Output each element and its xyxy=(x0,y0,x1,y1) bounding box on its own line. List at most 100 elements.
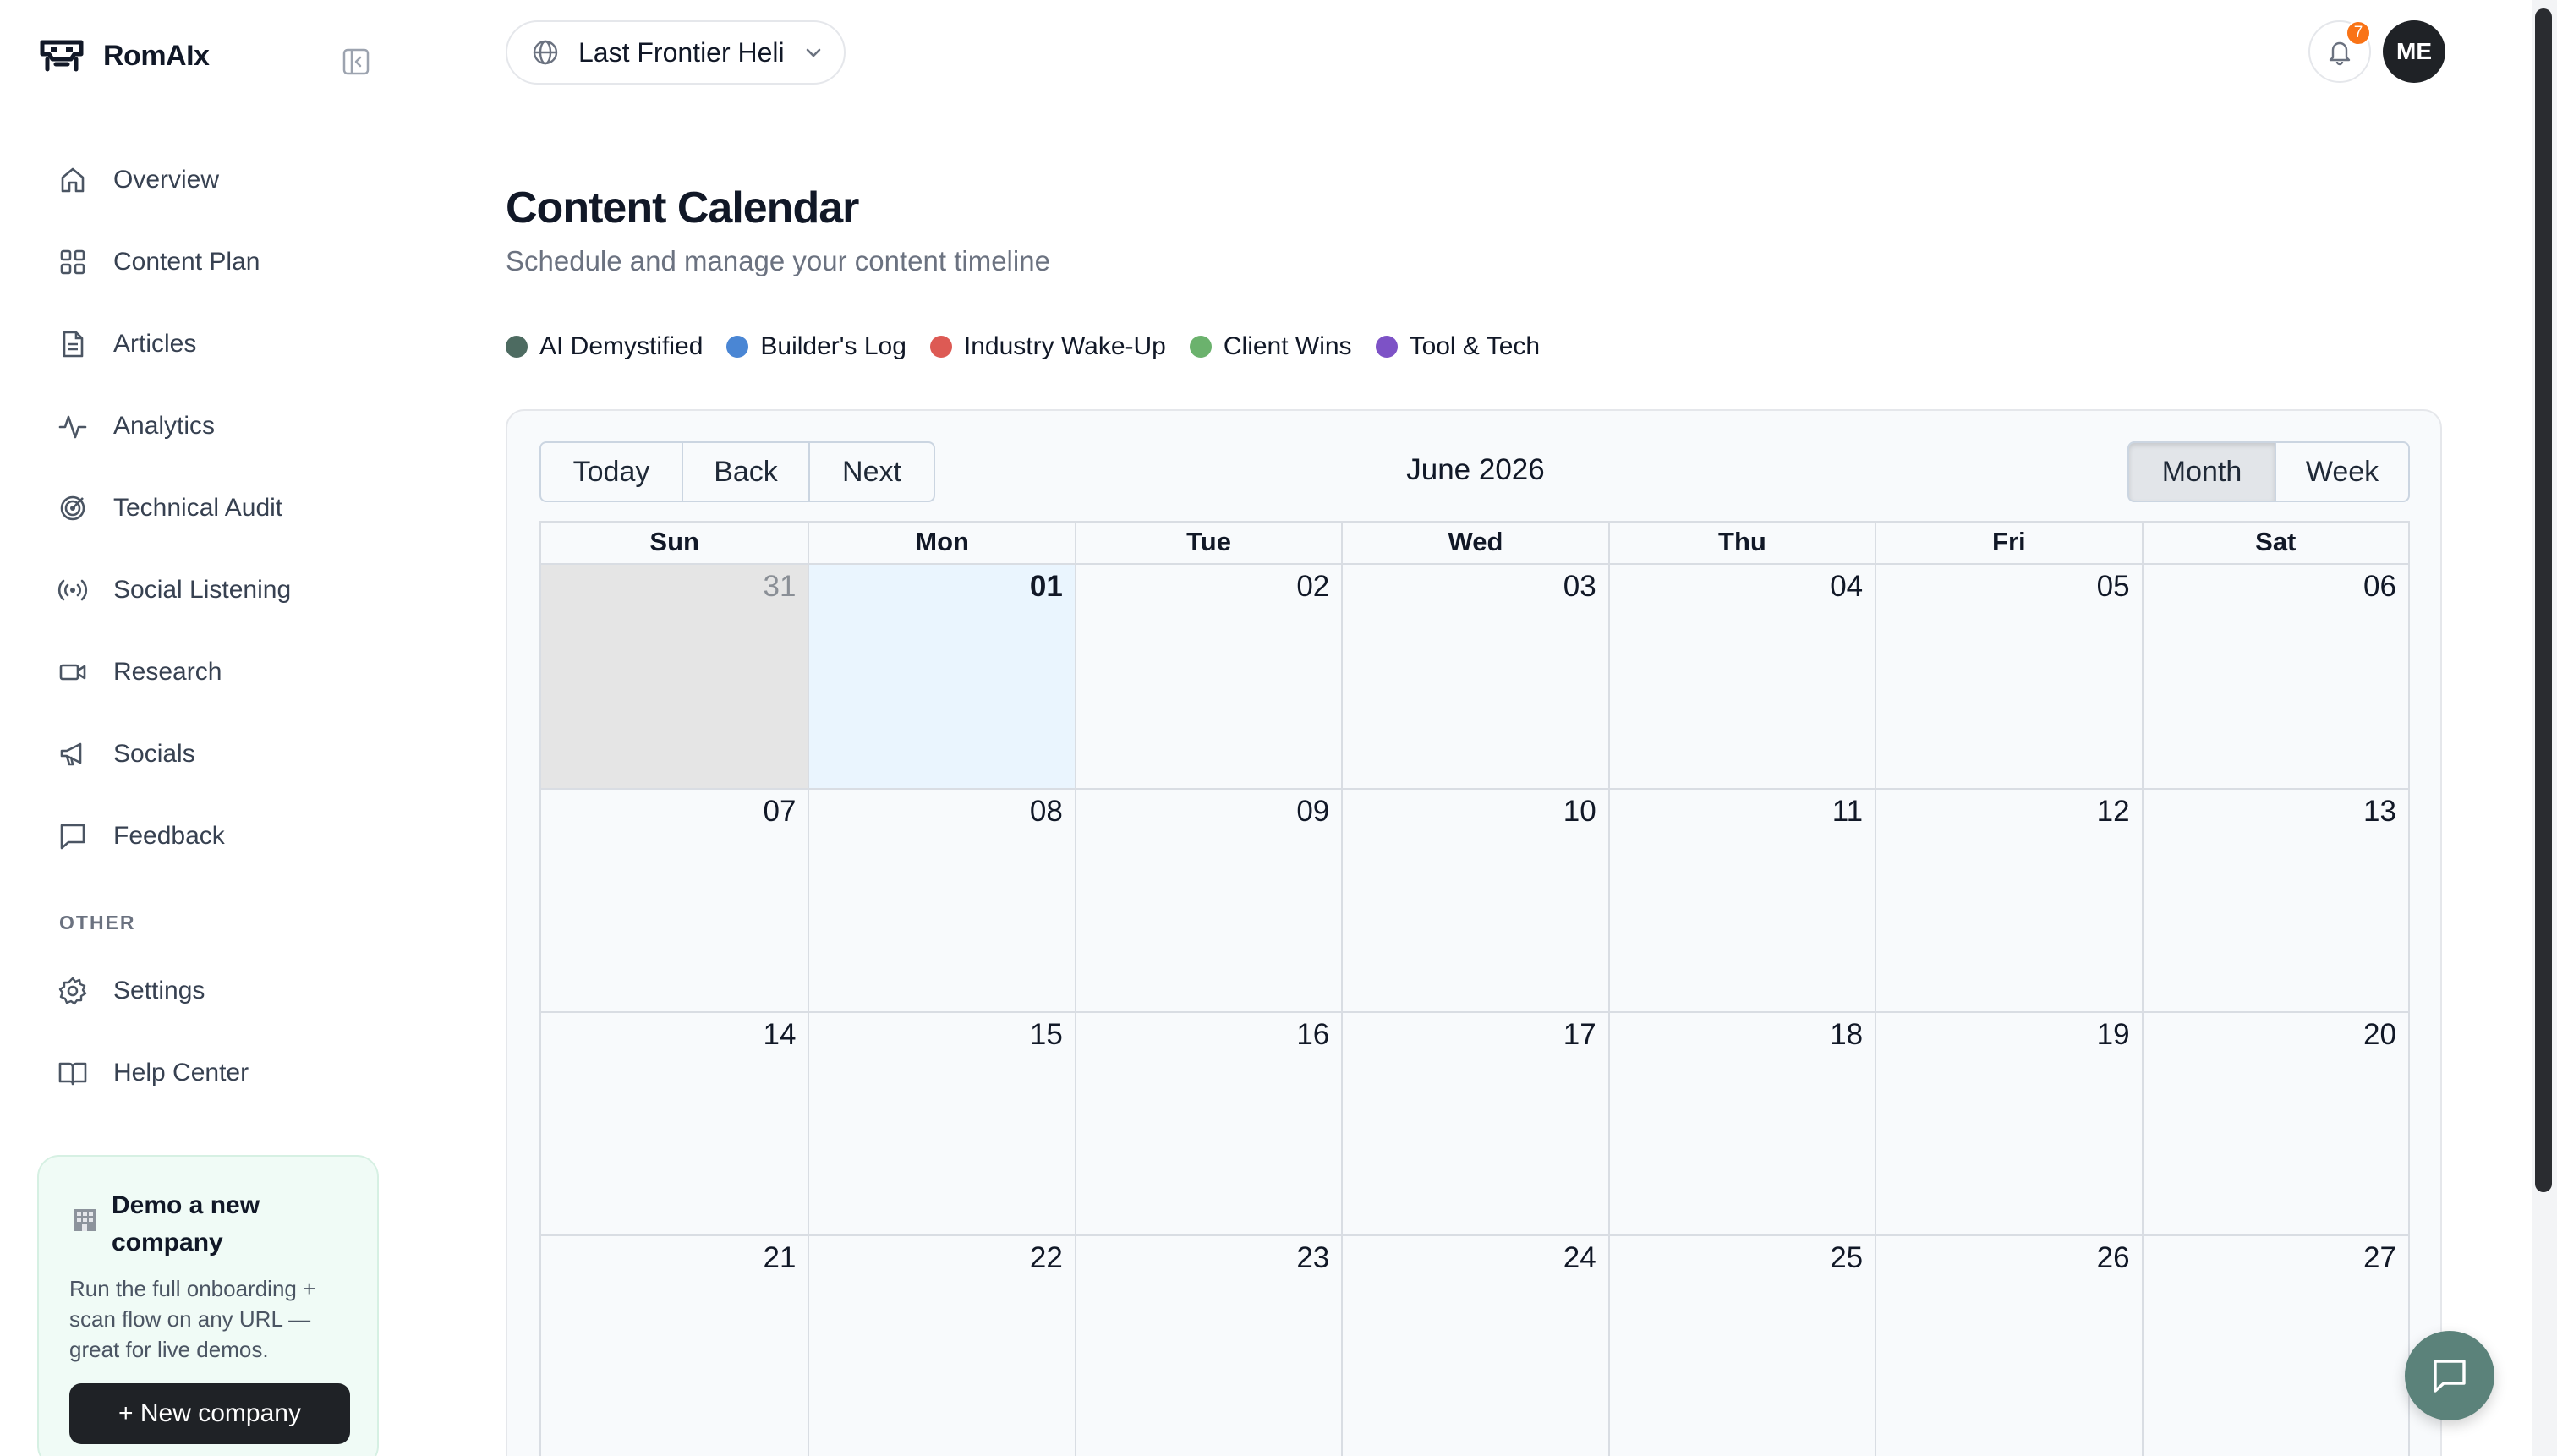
calendar-week-row: 21 22 23 24 25 26 27 xyxy=(541,1234,2408,1456)
brand-name: RomAIx xyxy=(103,39,210,72)
weekday-header: Mon xyxy=(808,523,1074,563)
sidebar-item-help-center[interactable]: Help Center xyxy=(39,1032,377,1114)
video-icon xyxy=(59,664,86,680)
scrollbar-thumb[interactable] xyxy=(2535,8,2552,1192)
weekday-header-row: Sun Mon Tue Wed Thu Fri Sat xyxy=(539,521,2410,563)
calendar-day-cell[interactable]: 01 xyxy=(808,565,1075,788)
sidebar-item-content-plan[interactable]: Content Plan xyxy=(39,221,377,303)
day-number[interactable]: 15 xyxy=(1030,1018,1063,1052)
calendar-day-cell[interactable]: 02 xyxy=(1074,565,1341,788)
day-number[interactable]: 27 xyxy=(2363,1241,2396,1275)
calendar-day-cell[interactable]: 23 xyxy=(1074,1236,1341,1456)
calendar-day-cell[interactable]: 25 xyxy=(1607,1236,1875,1456)
sidebar-item-analytics[interactable]: Analytics xyxy=(39,385,377,467)
sidebar-item-label: Analytics xyxy=(113,411,216,440)
day-number[interactable]: 11 xyxy=(1832,795,1863,829)
day-number[interactable]: 16 xyxy=(1296,1018,1329,1052)
day-number[interactable]: 25 xyxy=(1830,1241,1863,1275)
calendar-day-cell[interactable]: 04 xyxy=(1607,565,1875,788)
demo-card-header: Demo a new company xyxy=(69,1187,347,1262)
weekday-header: Wed xyxy=(1341,523,1607,563)
legend-item-tool-and-tech: Tool & Tech xyxy=(1375,332,1540,361)
calendar-day-cell[interactable]: 24 xyxy=(1341,1236,1607,1456)
broadcast-icon xyxy=(57,579,88,600)
calendar-day-cell[interactable]: 03 xyxy=(1341,565,1607,788)
month-view-button[interactable]: Month xyxy=(2127,441,2276,502)
day-number[interactable]: 04 xyxy=(1830,570,1863,604)
sidebar-item-socials[interactable]: Socials xyxy=(39,713,377,795)
sidebar-item-social-listening[interactable]: Social Listening xyxy=(39,549,377,631)
day-number[interactable]: 18 xyxy=(1830,1018,1863,1052)
calendar-grid: Sun Mon Tue Wed Thu Fri Sat 31 01 02 03 04 05… xyxy=(539,521,2410,1456)
day-number[interactable]: 03 xyxy=(1563,570,1596,604)
app-root: RomAIx Overview Content Plan Articles An… xyxy=(0,0,2557,1456)
calendar-day-cell[interactable]: 11 xyxy=(1607,790,1875,1011)
day-number[interactable]: 07 xyxy=(763,795,796,829)
day-number[interactable]: 20 xyxy=(2363,1018,2396,1052)
day-number[interactable]: 09 xyxy=(1296,795,1329,829)
calendar-day-cell[interactable]: 31 xyxy=(541,565,808,788)
day-number[interactable]: 01 xyxy=(1030,570,1063,604)
calendar-day-cell[interactable]: 18 xyxy=(1607,1013,1875,1234)
day-number[interactable]: 22 xyxy=(1030,1241,1063,1275)
day-number[interactable]: 14 xyxy=(763,1018,796,1052)
day-number[interactable]: 24 xyxy=(1563,1241,1596,1275)
day-number[interactable]: 02 xyxy=(1296,570,1329,604)
day-number[interactable]: 08 xyxy=(1030,795,1063,829)
day-number[interactable]: 05 xyxy=(2097,570,2130,604)
calendar-day-cell[interactable]: 19 xyxy=(1875,1013,2141,1234)
calendar-day-cell[interactable]: 09 xyxy=(1074,790,1341,1011)
demo-company-card: Demo a new company Run the full onboardi… xyxy=(37,1155,379,1456)
chat-button[interactable] xyxy=(2405,1331,2494,1420)
calendar-week-row: 31 01 02 03 04 05 06 xyxy=(541,565,2408,788)
brand[interactable]: RomAIx xyxy=(39,39,210,73)
sidebar-item-technical-audit[interactable]: Technical Audit xyxy=(39,467,377,549)
calendar-day-cell[interactable]: 06 xyxy=(2141,565,2408,788)
sidebar-collapse-icon[interactable] xyxy=(342,47,370,76)
sidebar-item-label: Technical Audit xyxy=(113,493,283,522)
user-avatar[interactable]: ME xyxy=(2383,20,2445,83)
megaphone-icon xyxy=(60,742,82,765)
calendar-day-cell[interactable]: 22 xyxy=(808,1236,1074,1456)
week-view-button[interactable]: Week xyxy=(2275,441,2410,502)
day-number[interactable]: 17 xyxy=(1563,1018,1596,1052)
calendar-day-cell[interactable]: 26 xyxy=(1875,1236,2141,1456)
sidebar-item-overview[interactable]: Overview xyxy=(39,139,377,221)
sidebar-item-feedback[interactable]: Feedback xyxy=(39,795,377,877)
calendar-day-cell[interactable]: 13 xyxy=(2141,790,2408,1011)
sidebar-item-research[interactable]: Research xyxy=(39,631,377,713)
day-number[interactable]: 19 xyxy=(2097,1018,2130,1052)
day-number[interactable]: 23 xyxy=(1296,1241,1329,1275)
calendar-day-cell[interactable]: 08 xyxy=(808,790,1074,1011)
day-number[interactable]: 31 xyxy=(763,570,796,604)
notifications-button[interactable]: 7 xyxy=(2308,20,2371,83)
calendar-day-cell[interactable]: 07 xyxy=(541,790,808,1011)
legend-label: Builder's Log xyxy=(760,332,906,360)
sidebar-item-articles[interactable]: Articles xyxy=(39,303,377,385)
calendar-day-cell[interactable]: 27 xyxy=(2141,1236,2408,1456)
day-number[interactable]: 21 xyxy=(763,1241,796,1275)
day-number[interactable]: 10 xyxy=(1563,795,1596,829)
sidebar-item-label: Overview xyxy=(113,165,220,194)
new-company-button[interactable]: + New company xyxy=(69,1383,350,1444)
calendar-day-cell[interactable]: 20 xyxy=(2141,1013,2408,1234)
secondary-nav: Settings Help Center xyxy=(39,950,377,1114)
calendar-day-cell[interactable]: 14 xyxy=(541,1013,808,1234)
sidebar-item-label: Content Plan xyxy=(113,247,260,276)
calendar-day-cell[interactable]: 17 xyxy=(1341,1013,1607,1234)
company-selector[interactable]: Last Frontier Heli xyxy=(506,20,846,85)
calendar-day-cell[interactable]: 12 xyxy=(1875,790,2141,1011)
calendar-weeks: 31 01 02 03 04 05 06 07 08 09 10 11 12 13 14 15 16 17 18 19… xyxy=(539,563,2410,1456)
calendar-day-cell[interactable]: 10 xyxy=(1341,790,1607,1011)
sidebar-item-label: Research xyxy=(113,657,222,686)
calendar-day-cell[interactable]: 05 xyxy=(1875,565,2141,788)
calendar-day-cell[interactable]: 16 xyxy=(1074,1013,1341,1234)
calendar-day-cell[interactable]: 21 xyxy=(541,1236,808,1456)
day-number[interactable]: 26 xyxy=(2097,1241,2130,1275)
sidebar-item-settings[interactable]: Settings xyxy=(39,950,377,1032)
day-number[interactable]: 12 xyxy=(2097,795,2130,829)
page-scrollbar[interactable] xyxy=(2532,0,2557,1456)
calendar-day-cell[interactable]: 15 xyxy=(808,1013,1074,1234)
day-number[interactable]: 13 xyxy=(2363,795,2396,829)
day-number[interactable]: 06 xyxy=(2363,570,2396,604)
